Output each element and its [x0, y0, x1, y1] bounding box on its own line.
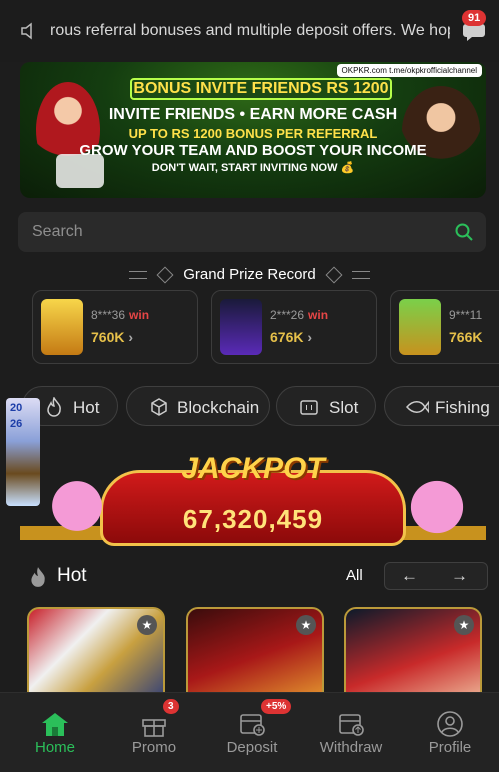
star-icon[interactable]: ★ — [296, 615, 316, 635]
fish-icon — [406, 400, 429, 414]
announcement-bar[interactable]: rous referral bonuses and multiple depos… — [0, 0, 499, 62]
prev-arrow-button[interactable]: ← — [401, 566, 418, 586]
search-placeholder: Search — [32, 223, 83, 240]
prize-record-card[interactable]: 9***11 766K — [390, 290, 499, 364]
tab-label: Home — [34, 739, 75, 756]
category-label: Slot — [329, 398, 359, 417]
messages-button[interactable]: 91 — [460, 10, 490, 42]
grand-prize-heading: Grand Prize Record — [0, 266, 499, 284]
prize-game-thumbnail — [41, 299, 83, 355]
tab-label: Profile — [428, 739, 472, 756]
speaker-icon — [21, 22, 32, 40]
prize-amount: 760K — [91, 329, 125, 345]
banner-line-3: GROW YOUR TEAM AND BOOST YOUR INCOME — [79, 142, 427, 159]
category-label: Hot — [73, 398, 100, 417]
withdraw-icon — [339, 714, 364, 736]
prize-user: 8***36 — [91, 308, 126, 322]
prize-user: 9***11 — [449, 308, 483, 322]
prize-win-label: win — [308, 308, 329, 322]
flame-icon — [31, 567, 45, 587]
deposit-badge: +5% — [261, 699, 292, 714]
category-fishing[interactable]: Fishing — [384, 386, 499, 426]
announcement-text: rous referral bonuses and multiple depos… — [50, 22, 450, 39]
banner-brand: OKPKR.com t.me/okpkrofficialchannel — [336, 64, 482, 77]
category-label: Fishing — [435, 398, 490, 417]
bottom-nav: Home 3 Promo +5% Deposit Withdraw Profil… — [0, 692, 499, 772]
category-label: Blockchain — [177, 398, 260, 417]
home-icon — [42, 713, 68, 736]
jackpot-title: JACKPOT — [181, 452, 325, 485]
banner-line-4: DON'T WAIT, START INVITING NOW 💰 — [151, 162, 355, 174]
promo-year-bottom: 26 — [10, 418, 23, 430]
promo-badge: 3 — [163, 699, 179, 714]
gift-icon — [142, 719, 166, 737]
category-blockchain[interactable]: Blockchain — [126, 386, 270, 426]
search-bar[interactable]: Search — [18, 212, 486, 252]
category-slot[interactable]: Slot — [276, 386, 376, 426]
prize-game-thumbnail — [399, 299, 441, 355]
cube-icon — [151, 398, 167, 416]
search-icon[interactable] — [454, 222, 474, 242]
prize-game-thumbnail — [220, 299, 262, 355]
diamond-icon — [325, 266, 343, 284]
chevron-right-icon: › — [128, 329, 134, 345]
tab-label: Promo — [131, 739, 177, 756]
carousel-nav: ← → — [384, 562, 488, 590]
prize-amount: 766K — [449, 329, 483, 345]
banner-title: BONUS INVITE FRIENDS RS 1200 — [130, 78, 392, 100]
hot-section-header: Hot All ← → — [22, 562, 488, 592]
prize-amount: 676K — [270, 329, 304, 345]
flame-icon — [47, 397, 61, 417]
promo-year-top: 20 — [10, 402, 23, 414]
diamond-icon — [156, 266, 174, 284]
slot-machine-icon — [300, 400, 318, 415]
banner-line-2: UP TO RS 1200 BONUS PER REFERRAL — [128, 126, 378, 141]
profile-icon — [437, 711, 463, 737]
view-all-link[interactable]: All — [346, 567, 363, 584]
jackpot-banner: JACKPOT 67,320,459 — [20, 450, 486, 560]
jackpot-amount: 67,320,459 — [182, 504, 324, 534]
banner-line-1: INVITE FRIENDS • EARN MORE CASH — [108, 106, 398, 123]
next-arrow-button[interactable]: → — [451, 566, 468, 586]
prize-user: 2***26 — [270, 308, 305, 322]
messages-badge: 91 — [462, 10, 487, 26]
prize-win-label: win — [129, 308, 150, 322]
star-icon[interactable]: ★ — [137, 615, 157, 635]
star-icon[interactable]: ★ — [454, 615, 474, 635]
tab-label: Deposit — [226, 739, 278, 756]
promo-banner[interactable]: OKPKR.com t.me/okpkrofficialchannel BONU… — [20, 62, 486, 198]
deposit-icon — [240, 714, 265, 736]
prize-record-card[interactable]: 8***36 win 760K › — [32, 290, 198, 364]
tab-label: Withdraw — [319, 739, 383, 756]
chevron-right-icon: › — [307, 329, 313, 345]
section-title: Hot — [57, 565, 87, 586]
prize-record-card[interactable]: 2***26 win 676K › — [211, 290, 377, 364]
